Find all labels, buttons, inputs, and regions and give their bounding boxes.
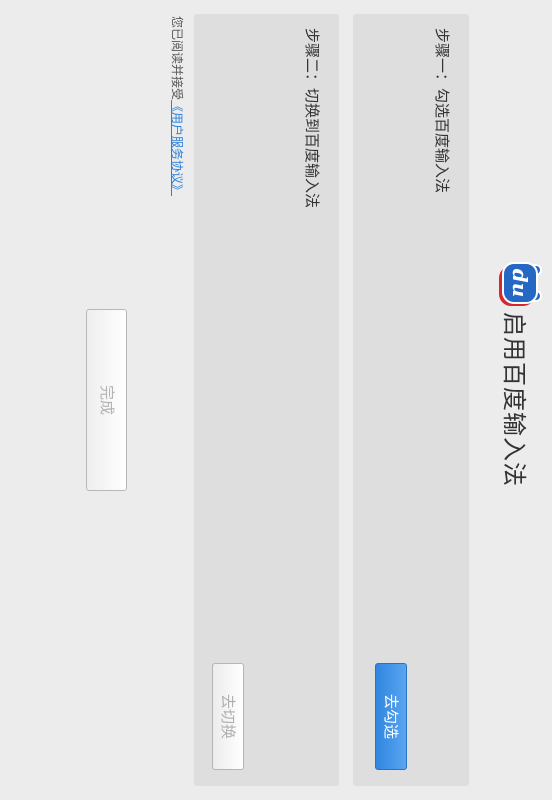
screen: du 启用百度输入法 步骤一：勾选百度输入法 去勾选 步骤二：切换到百度输入法 …	[0, 0, 552, 800]
agreement-text: 您已阅读并接受《用户服务协议》	[169, 16, 186, 196]
page-title: 启用百度输入法	[500, 312, 529, 487]
baidu-input-logo: du	[496, 262, 542, 308]
app-canvas: du 启用百度输入法 步骤一：勾选百度输入法 去勾选 步骤二：切换到百度输入法 …	[0, 0, 552, 800]
logo-badge: du	[502, 262, 538, 304]
step-two-panel: 步骤二：切换到百度输入法 去切换	[194, 14, 339, 786]
logo-text: du	[508, 268, 532, 298]
done-button[interactable]: 完成	[86, 309, 127, 491]
user-agreement-link[interactable]: 《用户服务协议》	[170, 100, 184, 196]
agreement-prefix: 您已阅读并接受	[170, 16, 184, 101]
step-two-label: 步骤二：切换到百度输入法	[303, 28, 321, 209]
step-one-panel: 步骤一：勾选百度输入法 去勾选	[353, 14, 469, 786]
step-one-label: 步骤一：勾选百度输入法	[433, 28, 451, 194]
go-switch-button[interactable]: 去切换	[212, 663, 244, 770]
app-header: du 启用百度输入法	[492, 262, 542, 487]
go-select-button[interactable]: 去勾选	[375, 663, 407, 770]
